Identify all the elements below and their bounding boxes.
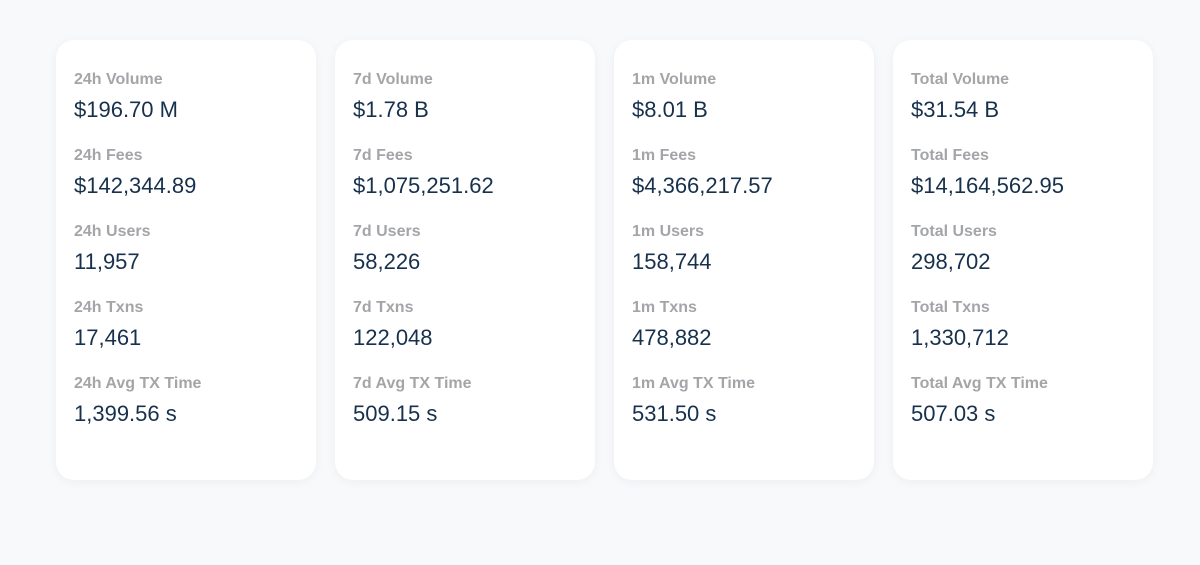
stat-value: 1,399.56 s: [74, 401, 177, 426]
stat-label: Total Txns: [911, 299, 990, 316]
stat-value: $14,164,562.95: [911, 173, 1064, 198]
stat-avg-tx-time: 7d Avg TX Time 509.15 s: [353, 374, 577, 427]
stat-label: 24h Volume: [74, 71, 163, 88]
stat-users: 1m Users 158,744: [632, 222, 856, 275]
stat-label: 1m Avg TX Time: [632, 375, 755, 392]
stat-value: 298,702: [911, 249, 991, 274]
stat-label: Total Volume: [911, 71, 1010, 88]
stats-card-total: Total Volume $31.54 B Total Fees $14,164…: [893, 40, 1153, 480]
stat-value: $1.78 B: [353, 97, 429, 122]
stat-avg-tx-time: 1m Avg TX Time 531.50 s: [632, 374, 856, 427]
stat-value: 507.03 s: [911, 401, 996, 426]
stat-value: $142,344.89: [74, 173, 197, 198]
stat-label: 24h Txns: [74, 299, 144, 316]
stat-label: Total Fees: [911, 147, 989, 164]
stats-card-group: 24h Volume $196.70 M 24h Fees $142,344.8…: [56, 40, 1153, 480]
stat-users: Total Users 298,702: [911, 222, 1135, 275]
stat-fees: 7d Fees $1,075,251.62: [353, 146, 577, 199]
stat-txns: 24h Txns 17,461: [74, 298, 298, 351]
stat-fees: 24h Fees $142,344.89: [74, 146, 298, 199]
stat-label: 24h Fees: [74, 147, 143, 164]
stat-txns: 1m Txns 478,882: [632, 298, 856, 351]
stat-label: 7d Volume: [353, 71, 433, 88]
stat-value: 509.15 s: [353, 401, 438, 426]
stat-txns: 7d Txns 122,048: [353, 298, 577, 351]
stat-txns: Total Txns 1,330,712: [911, 298, 1135, 351]
stat-users: 7d Users 58,226: [353, 222, 577, 275]
stat-value: $196.70 M: [74, 97, 178, 122]
stat-volume: 7d Volume $1.78 B: [353, 70, 577, 123]
stat-value: 58,226: [353, 249, 421, 274]
stat-value: $31.54 B: [911, 97, 1000, 122]
stat-value: 158,744: [632, 249, 712, 274]
stat-label: 24h Avg TX Time: [74, 375, 202, 392]
stat-value: 17,461: [74, 325, 142, 350]
stats-card-24h: 24h Volume $196.70 M 24h Fees $142,344.8…: [56, 40, 316, 480]
stat-label: 1m Users: [632, 223, 705, 240]
stat-label: 24h Users: [74, 223, 151, 240]
stat-label: 1m Volume: [632, 71, 717, 88]
stat-label: 7d Users: [353, 223, 421, 240]
stats-card-1m: 1m Volume $8.01 B 1m Fees $4,366,217.57 …: [614, 40, 874, 480]
stat-label: 1m Fees: [632, 147, 697, 164]
stat-label: 7d Fees: [353, 147, 413, 164]
stat-volume: 1m Volume $8.01 B: [632, 70, 856, 123]
stat-value: 478,882: [632, 325, 712, 350]
stat-fees: 1m Fees $4,366,217.57: [632, 146, 856, 199]
stat-label: Total Avg TX Time: [911, 375, 1048, 392]
stat-volume: Total Volume $31.54 B: [911, 70, 1135, 123]
stat-value: 11,957: [74, 249, 140, 274]
stat-value: $8.01 B: [632, 97, 708, 122]
stat-value: $4,366,217.57: [632, 173, 773, 198]
stat-label: Total Users: [911, 223, 997, 240]
stat-label: 7d Txns: [353, 299, 414, 316]
stat-value: 531.50 s: [632, 401, 717, 426]
stat-value: 122,048: [353, 325, 433, 350]
stat-value: 1,330,712: [911, 325, 1009, 350]
stat-avg-tx-time: 24h Avg TX Time 1,399.56 s: [74, 374, 298, 427]
stat-label: 7d Avg TX Time: [353, 375, 472, 392]
stat-label: 1m Txns: [632, 299, 697, 316]
stat-users: 24h Users 11,957: [74, 222, 298, 275]
stats-card-7d: 7d Volume $1.78 B 7d Fees $1,075,251.62 …: [335, 40, 595, 480]
stat-avg-tx-time: Total Avg TX Time 507.03 s: [911, 374, 1135, 427]
stat-volume: 24h Volume $196.70 M: [74, 70, 298, 123]
stat-value: $1,075,251.62: [353, 173, 494, 198]
stat-fees: Total Fees $14,164,562.95: [911, 146, 1135, 199]
